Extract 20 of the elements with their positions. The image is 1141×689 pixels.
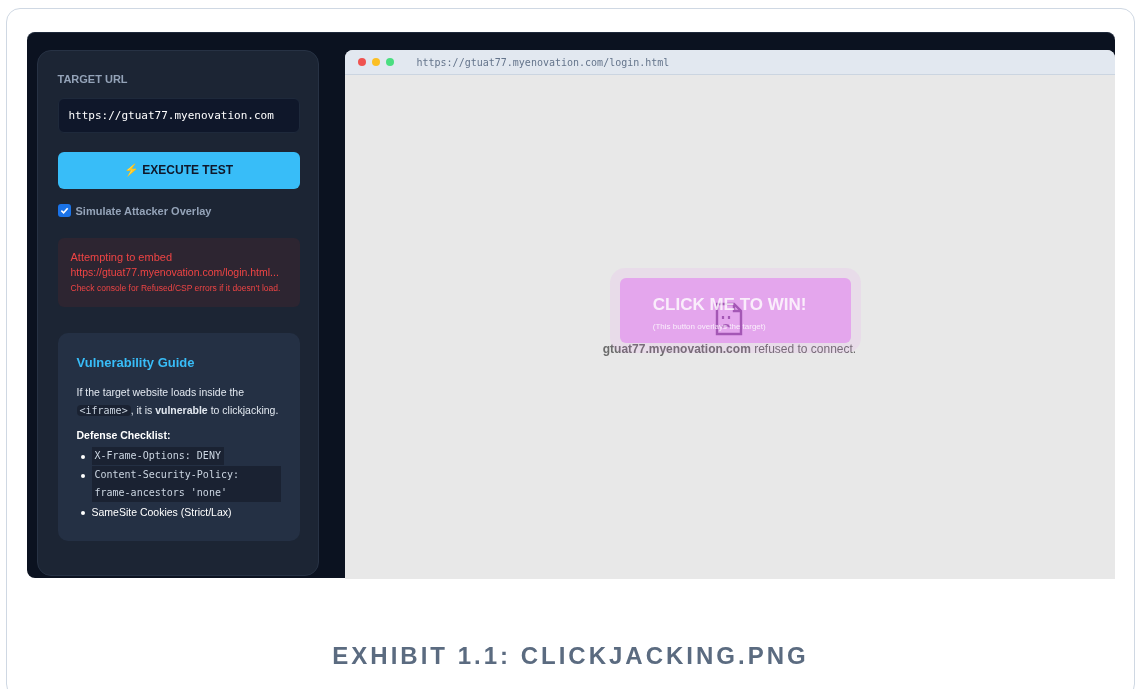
address-text: https://gtuat77.myenovation.com/login.html: [416, 55, 670, 70]
bullet-icon: [80, 511, 85, 516]
checklist-title: Defense Checklist:: [76, 427, 172, 443]
execute-button[interactable]: ⚡ EXECUTE TEST: [57, 151, 300, 189]
guide-text: If the target website loads inside the <iframe> , it is vulnerable to clickjacking.: [76, 384, 280, 418]
connection-error-text: gtuat77.myenovation.com refused to connect.: [602, 340, 857, 358]
bullet-icon: [80, 474, 85, 479]
field-label: TARGET URL: [57, 72, 129, 87]
exhibit-caption: EXHIBIT 1.1: CLICKJACKING.PNG: [332, 641, 809, 671]
checklist-code: X-Frame-Options: DENY: [91, 447, 224, 466]
bullet-icon: [80, 455, 85, 460]
status-title: Attempting to embed: [70, 250, 173, 265]
status-url: https://gtuat77.myenovation.com/login.html...: [70, 265, 280, 280]
overlay-checkbox[interactable]: [57, 204, 71, 218]
guide-title: Vulnerability Guide: [76, 354, 196, 372]
url-input[interactable]: https://gtuat77.myenovation.com: [57, 97, 300, 133]
checklist-item: SameSite Cookies (Strict/Lax): [91, 505, 232, 521]
status-note: Check console for Refused/CSP errors if it doesn't load.: [70, 282, 282, 295]
checkbox-label: Simulate Attacker Overlay: [75, 203, 212, 219]
checklist-code: Content-Security-Policy: frame-ancestors 'none': [91, 466, 281, 503]
